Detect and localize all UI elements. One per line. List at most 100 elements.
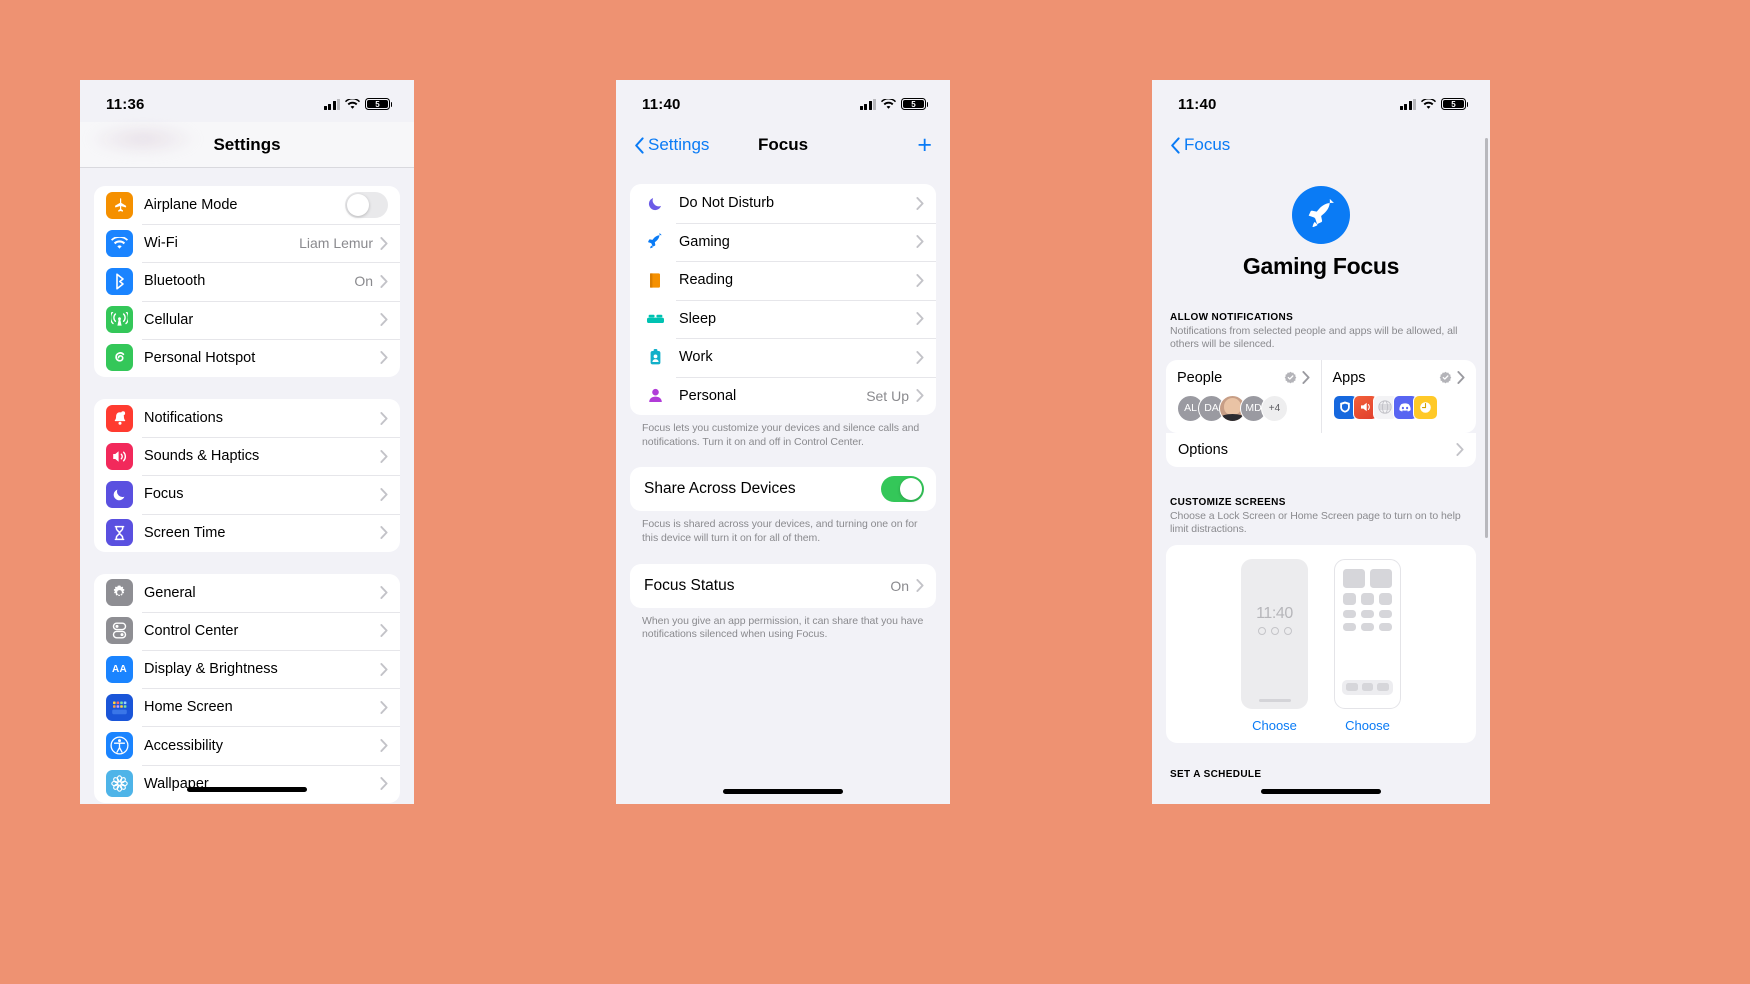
settings-row-value: Liam Lemur: [299, 235, 373, 252]
home-indicator: [1261, 789, 1381, 794]
settings-row-label: Cellular: [144, 311, 194, 328]
cellular-bars-icon: [323, 98, 340, 110]
battery-icon: 5: [901, 97, 929, 111]
settings-row-accessibility[interactable]: Accessibility: [94, 726, 400, 764]
focus-row-do-not-disturb[interactable]: Do Not Disturb: [630, 184, 936, 223]
settings-row-label: Home Screen: [144, 699, 233, 716]
chevron-right-icon: [380, 586, 388, 600]
airplane-icon: [106, 191, 133, 219]
settings-row-notifications[interactable]: Notifications: [94, 399, 400, 437]
settings-row-general[interactable]: General: [94, 574, 400, 612]
allowed-app-icons: [1332, 394, 1466, 420]
chevron-right-icon: [380, 700, 388, 714]
chevron-right-icon: [380, 662, 388, 676]
settings-row-bluetooth[interactable]: Bluetooth On: [94, 262, 400, 300]
settings-row-control-center[interactable]: Control Center: [94, 611, 400, 650]
chevron-right-icon: [380, 777, 388, 791]
battery-icon: 5: [365, 97, 393, 111]
wallpaper-flower-icon: [106, 770, 133, 798]
home-screen-grid-icon: [106, 693, 133, 721]
settings-row-airplane-mode[interactable]: Airplane Mode: [94, 186, 400, 224]
moon-icon: [106, 480, 133, 508]
focus-row-sleep[interactable]: Sleep: [630, 299, 936, 339]
focus-row-label: Personal: [679, 387, 737, 404]
chevron-right-icon: [916, 350, 924, 364]
share-across-devices-row[interactable]: Share Across Devices: [630, 467, 936, 511]
navigation-bar: Focus: [1152, 122, 1490, 168]
status-time: 11:40: [642, 95, 681, 113]
people-card[interactable]: People AL DA MD +4: [1166, 360, 1321, 433]
home-screen-option[interactable]: Choose: [1334, 558, 1401, 733]
focus-scroll-area[interactable]: Do Not Disturb Gaming Reading Sleep Work…: [616, 168, 950, 804]
control-center-icon: [106, 617, 133, 645]
settings-group-connectivity: Airplane Mode Wi-Fi Liam Lemur Bluetooth: [94, 186, 400, 377]
wifi-icon: [345, 98, 360, 110]
hourglass-icon: [106, 519, 133, 547]
focus-status-label: Focus Status: [644, 576, 735, 594]
settings-row-wifi[interactable]: Wi-Fi Liam Lemur: [94, 224, 400, 262]
chevron-right-icon: [380, 275, 388, 288]
settings-row-home-screen[interactable]: Home Screen: [94, 688, 400, 726]
check-seal-icon: [1284, 371, 1297, 384]
add-focus-button[interactable]: +: [917, 132, 932, 158]
allow-notifications-subtext: Notifications from selected people and a…: [1170, 325, 1458, 351]
focus-modes-group: Do Not Disturb Gaming Reading Sleep Work…: [630, 184, 936, 415]
share-footnote: Focus is shared across your devices, and…: [642, 518, 918, 544]
focus-row-label: Reading: [679, 272, 734, 289]
status-bar: 11:40 5: [616, 80, 950, 122]
apps-card[interactable]: Apps: [1320, 359, 1477, 433]
customize-screens-heading: CUSTOMIZE SCREENS: [1170, 496, 1286, 508]
airplane-mode-toggle[interactable]: [345, 192, 388, 219]
focus-row-reading[interactable]: Reading: [630, 261, 936, 300]
gaming-focus-scroll-area[interactable]: Gaming Focus ALLOW NOTIFICATIONS Notific…: [1152, 168, 1490, 804]
choose-home-screen-button[interactable]: Choose: [1334, 718, 1401, 733]
page-title: Settings: [213, 134, 281, 154]
lock-screen-preview: 11:40: [1241, 558, 1308, 709]
focus-row-work[interactable]: Work: [630, 338, 936, 377]
settings-row-label: General: [144, 584, 196, 601]
clock-app-icon: [1412, 394, 1438, 420]
focus-status-value: On: [890, 577, 909, 594]
focus-status-row[interactable]: Focus Status On: [630, 564, 936, 608]
settings-row-label: Accessibility: [144, 737, 223, 754]
share-across-devices-toggle[interactable]: [881, 476, 924, 503]
aa-text-icon: AA: [106, 655, 133, 683]
chevron-right-icon: [380, 351, 388, 365]
settings-row-personal-hotspot[interactable]: Personal Hotspot: [94, 338, 400, 377]
navigation-bar: Settings: [80, 122, 414, 168]
choose-lock-screen-button[interactable]: Choose: [1241, 718, 1308, 733]
focus-footnote: Focus lets you customize your devices an…: [642, 422, 920, 448]
cellular-bars-icon: [1399, 98, 1416, 110]
hotspot-icon: [106, 344, 133, 372]
options-row[interactable]: Options: [1166, 432, 1476, 467]
settings-row-screen-time[interactable]: Screen Time: [94, 513, 400, 552]
settings-row-sounds-haptics[interactable]: Sounds & Haptics: [94, 437, 400, 475]
settings-row-label: Personal Hotspot: [144, 349, 256, 366]
settings-scroll-area[interactable]: Airplane Mode Wi-Fi Liam Lemur Bluetooth: [80, 168, 414, 804]
focus-row-label: Do Not Disturb: [679, 195, 775, 212]
back-button-focus[interactable]: Focus: [1170, 135, 1230, 155]
phone-focus-list-screen: 11:40 5 Settings Focus + Do Not Disturb …: [616, 80, 950, 804]
chevron-right-icon: [380, 236, 388, 250]
settings-row-label: Wi-Fi: [144, 235, 178, 252]
settings-row-label: Display & Brightness: [144, 661, 278, 678]
wifi-icon: [881, 98, 896, 110]
settings-row-wallpaper[interactable]: Wallpaper: [94, 764, 400, 803]
focus-row-gaming[interactable]: Gaming: [630, 222, 936, 262]
back-button-settings[interactable]: Settings: [634, 135, 709, 155]
settings-row-focus[interactable]: Focus: [94, 475, 400, 513]
badge-id-icon: [644, 348, 666, 366]
rocket-icon: [644, 232, 666, 251]
focus-row-personal[interactable]: Personal Set Up: [630, 376, 936, 416]
chevron-right-icon: [380, 624, 388, 638]
wifi-icon: [106, 229, 133, 257]
focus-status-footnote: When you give an app permission, it can …: [642, 614, 924, 641]
share-across-devices-group: Share Across Devices: [630, 467, 936, 512]
settings-row-display-brightness[interactable]: AA Display & Brightness: [94, 650, 400, 688]
settings-row-cellular[interactable]: Cellular: [94, 300, 400, 339]
vertical-scrollbar[interactable]: [1484, 138, 1488, 538]
lock-screen-time: 11:40: [1256, 604, 1293, 622]
bell-icon: [106, 404, 133, 432]
lock-screen-option[interactable]: 11:40 Choose: [1241, 558, 1308, 733]
chevron-right-icon: [380, 487, 388, 501]
